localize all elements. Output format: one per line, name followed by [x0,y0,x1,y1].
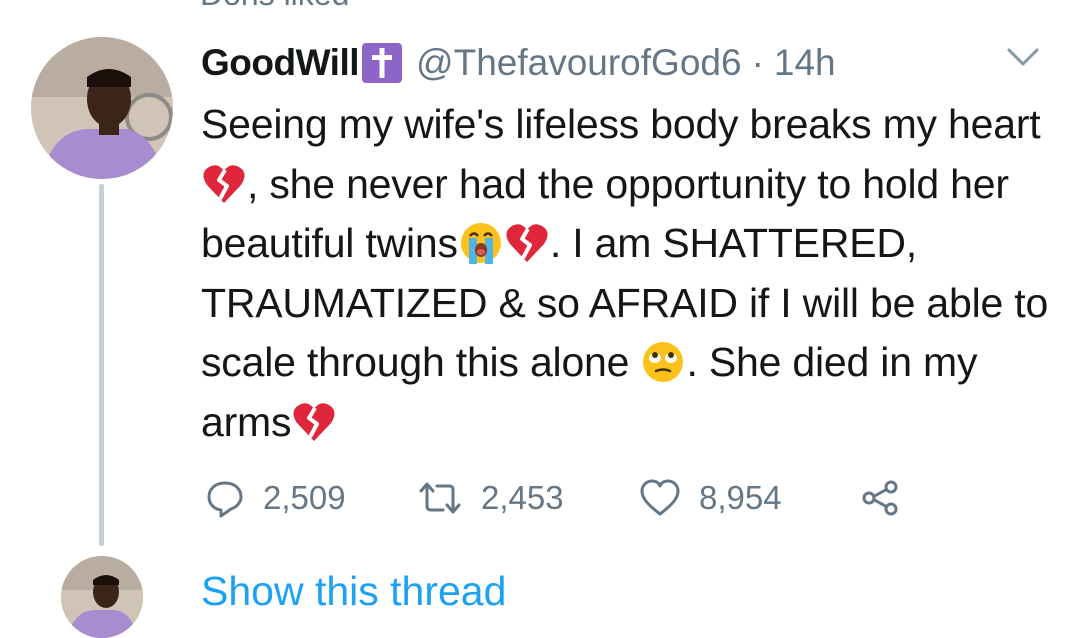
liked-check-icon: ✔ [140,0,162,9]
author-name[interactable]: GoodWill [201,42,360,84]
reply-button[interactable]: 2,509 [205,478,346,518]
social-context-text: Doris liked [200,0,349,13]
tweet-text-segment: Seeing my wife's lifeless body breaks my… [201,101,1041,147]
chevron-down-icon[interactable] [1005,46,1041,70]
like-count: 8,954 [699,479,782,516]
tweet-header: GoodWill @ThefavourofGod6 · 14h [201,38,836,88]
face-with-rolling-eyes-icon [640,339,686,385]
loudly-crying-face-icon [458,220,504,266]
avatar-photo [31,37,173,179]
thread-avatar[interactable] [61,556,143,638]
broken-heart-icon [291,399,337,445]
tweet-text: Seeing my wife's lifeless body breaks my… [201,95,1061,452]
heart-icon [640,479,680,516]
latin-cross-icon [362,43,403,83]
retweet-button[interactable]: 2,453 [417,478,564,518]
share-button[interactable] [860,478,900,518]
avatar-photo [61,556,143,638]
author-avatar[interactable] [31,37,173,179]
thread-line [99,184,104,546]
broken-heart-icon [504,220,550,266]
reply-count: 2,509 [263,479,346,516]
reply-icon [207,481,243,518]
separator-dot: · [751,42,764,83]
like-button[interactable]: 8,954 [639,478,782,518]
retweet-count: 2,453 [481,479,564,516]
broken-heart-icon [201,161,247,207]
show-thread-link[interactable]: Show this thread [201,568,506,615]
author-handle[interactable]: @ThefavourofGod6 [416,42,742,84]
share-icon [862,480,898,516]
tweet-time[interactable]: 14h [774,42,836,84]
retweet-icon [419,482,461,514]
